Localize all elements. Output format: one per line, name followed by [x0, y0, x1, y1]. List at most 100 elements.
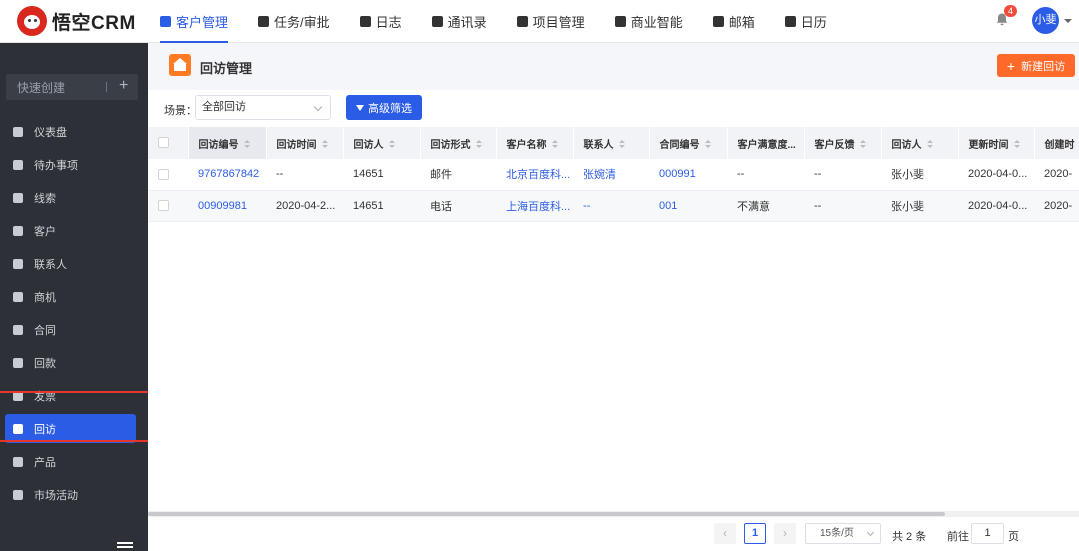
nav-item-log[interactable]: 日志 [359, 0, 402, 43]
advanced-filter-label: 高级筛选 [368, 102, 412, 115]
sort-icon[interactable] [704, 140, 711, 149]
contact-link[interactable]: -- [573, 190, 649, 222]
chevron-down-icon [313, 102, 323, 112]
table-cell: -- [804, 190, 881, 222]
row-checkbox-cell[interactable] [148, 159, 188, 191]
checkbox[interactable] [158, 168, 169, 180]
table-row[interactable]: 00909981 2020-04-2... 14651 电话 上海百度科... … [148, 190, 1079, 222]
contact-link[interactable]: 张婉清 [573, 159, 649, 191]
page-number-button[interactable]: 1 [744, 523, 766, 544]
sidebar-item-payments[interactable]: 回款 [0, 346, 148, 379]
visit-table: 回访编号 回访时间 回访人 回访形式 客户名称 联系人 合同编号 客户满意度..… [148, 127, 1079, 222]
column-header[interactable]: 客户名称 [496, 127, 574, 159]
select-all-checkbox-cell[interactable] [148, 127, 189, 159]
new-visit-label: 新建回访 [1021, 60, 1066, 73]
contacts-icon [431, 15, 443, 27]
monkey-logo-icon [17, 6, 47, 36]
table-row[interactable]: 9767867842 -- 14651 邮件 北京百度科... 张婉清 0009… [148, 159, 1079, 191]
sort-icon[interactable] [321, 140, 328, 149]
sort-icon[interactable] [618, 140, 625, 149]
goto-unit: 页 [1008, 531, 1019, 543]
sidebar-item-customers[interactable]: 客户 [0, 214, 148, 247]
contract-number-link[interactable]: 000991 [649, 159, 727, 191]
scene-select[interactable]: 全部回访 [195, 95, 331, 120]
advanced-filter-button[interactable]: 高级筛选 [346, 95, 422, 120]
sort-icon[interactable] [551, 140, 558, 149]
column-header[interactable]: 回访形式 [420, 127, 497, 159]
sidebar-item-label: 客户 [34, 225, 56, 238]
visit-number-link[interactable]: 00909981 [188, 190, 266, 222]
nav-item-label: 通讯录 [447, 14, 487, 30]
nav-item-label: 日志 [375, 14, 402, 30]
column-header[interactable]: 合同编号 [649, 127, 728, 159]
contact-icon [13, 258, 23, 269]
sort-icon[interactable] [475, 140, 482, 149]
prev-page-button[interactable]: ‹ [714, 523, 736, 544]
column-header[interactable]: 回访人 [343, 127, 421, 159]
horizontal-scrollbar[interactable] [148, 511, 1079, 517]
contract-number-link[interactable]: 001 [649, 190, 727, 222]
customer-name-link[interactable]: 北京百度科... [496, 159, 573, 191]
nav-item-bi[interactable]: 商业智能 [614, 0, 683, 43]
sidebar-item-label: 联系人 [34, 258, 67, 271]
plus-icon: + [1006, 57, 1016, 74]
sidebar-item-contracts[interactable]: 合同 [0, 313, 148, 346]
chevron-down-icon[interactable] [1064, 19, 1072, 23]
checkbox[interactable] [158, 137, 169, 149]
sidebar-item-opportunities[interactable]: 商机 [0, 280, 148, 313]
nav-item-tasks[interactable]: 任务/审批 [258, 0, 330, 43]
user-avatar[interactable]: 小斐 [1032, 7, 1059, 34]
visit-number-link[interactable]: 9767867842 [188, 159, 266, 191]
nav-item-calendar[interactable]: 日历 [784, 0, 827, 43]
column-header[interactable]: 客户反馈 [804, 127, 882, 159]
project-icon [516, 15, 528, 27]
sidebar-item-dashboard[interactable]: 仪表盘 [0, 115, 148, 148]
nav-item-label: 项目管理 [532, 14, 585, 30]
customer-icon [13, 225, 23, 236]
column-header[interactable]: 更新时间 [958, 127, 1035, 159]
sidebar-item-contacts[interactable]: 联系人 [0, 247, 148, 280]
sidebar-item-leads[interactable]: 线索 [0, 181, 148, 214]
plus-icon[interactable]: + [119, 77, 128, 95]
column-header[interactable]: 回访时间 [266, 127, 344, 159]
quick-create-button[interactable]: 快速创建 + [6, 74, 138, 100]
sidebar-item-todo[interactable]: 待办事项 [0, 148, 148, 181]
checkbox[interactable] [158, 200, 169, 212]
row-checkbox-cell[interactable] [148, 190, 188, 222]
nav-item-project[interactable]: 项目管理 [516, 0, 585, 43]
sort-icon[interactable] [926, 140, 933, 149]
sidebar-item-products[interactable]: 产品 [0, 445, 148, 478]
nav-item-customer[interactable]: 客户管理 [160, 0, 229, 43]
nav-item-contacts[interactable]: 通讯录 [431, 0, 487, 43]
sidebar-item-campaigns[interactable]: 市场活动 [0, 478, 148, 511]
notification-badge: 4 [1004, 5, 1017, 17]
sort-icon[interactable] [243, 140, 250, 149]
nav-item-mail[interactable]: 邮箱 [712, 0, 755, 43]
collapse-menu-icon[interactable] [117, 542, 133, 551]
sidebar-item-label: 合同 [34, 324, 56, 337]
next-page-button[interactable]: › [774, 523, 796, 544]
customer-icon [160, 15, 171, 27]
column-header[interactable]: 回访编号 [188, 127, 267, 159]
table-cell: 14651 [343, 190, 420, 222]
divider [106, 82, 107, 92]
sort-icon[interactable] [388, 140, 395, 149]
column-header[interactable]: 创建时 [1034, 127, 1079, 159]
column-header[interactable]: 联系人 [573, 127, 650, 159]
page-size-select[interactable]: 15条/页 [805, 523, 881, 544]
new-visit-button[interactable]: + 新建回访 [997, 54, 1075, 77]
main-panel: 场景： 全部回访 高级筛选 回访编号 回访时间 回访人 回访形式 客户名称 联系… [148, 90, 1079, 551]
scrollbar-thumb[interactable] [148, 512, 945, 516]
log-icon [359, 15, 371, 27]
table-cell: -- [727, 159, 804, 191]
quick-create-label: 快速创建 [17, 80, 66, 95]
column-header[interactable]: 客户满意度... [727, 127, 805, 159]
app-logo[interactable]: 悟空CRM [0, 0, 148, 43]
column-header[interactable]: 回访人 [881, 127, 959, 159]
goto-page-input[interactable]: 1 [971, 523, 1004, 544]
sort-icon[interactable] [1013, 140, 1020, 149]
page-size-value: 15条/页 [820, 528, 854, 539]
sidebar-item-label: 产品 [34, 456, 56, 469]
customer-name-link[interactable]: 上海百度科... [496, 190, 573, 222]
sort-icon[interactable] [859, 140, 866, 149]
